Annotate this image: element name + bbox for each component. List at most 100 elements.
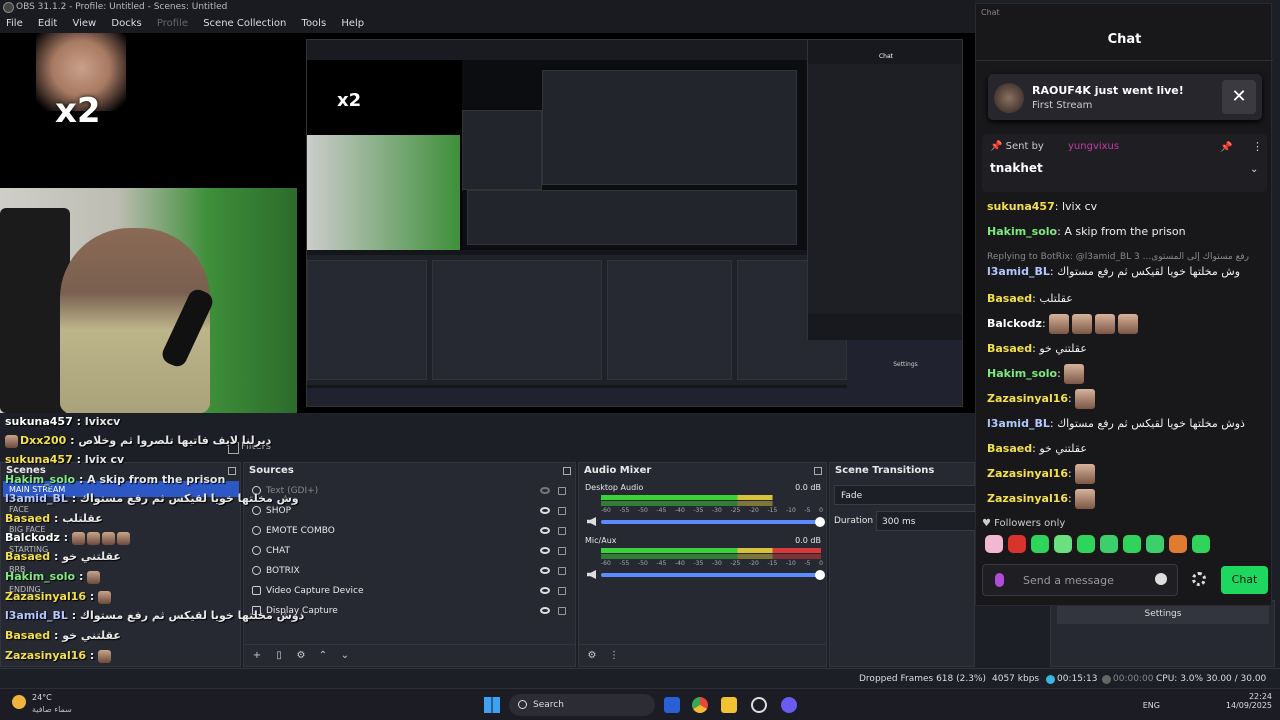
program-preview[interactable]: x2 x2 Chat Settings xyxy=(0,33,975,413)
chat-user[interactable]: Basaed xyxy=(987,342,1032,355)
clock-time[interactable]: 22:24 xyxy=(1226,692,1272,701)
volume-slider[interactable] xyxy=(601,517,825,527)
chat-user[interactable]: Hakim_solo xyxy=(987,225,1057,238)
lock-icon[interactable] xyxy=(558,527,566,535)
menu-view[interactable]: View xyxy=(66,15,102,33)
taskbar-search[interactable]: Search xyxy=(509,694,655,716)
language-indicator[interactable]: ENG xyxy=(1143,701,1160,710)
lock-icon[interactable] xyxy=(558,607,566,615)
emote-icon[interactable] xyxy=(1008,535,1026,553)
lock-icon[interactable] xyxy=(558,587,566,595)
gear-icon[interactable]: ⚙ xyxy=(292,645,310,667)
undock-icon[interactable] xyxy=(563,467,571,475)
chat-user[interactable]: Basaed xyxy=(987,442,1032,455)
file-explorer-icon[interactable] xyxy=(721,697,737,713)
menu-edit[interactable]: Edit xyxy=(32,15,63,33)
move-up-icon[interactable]: ⌃ xyxy=(314,645,332,667)
close-icon[interactable]: ✕ xyxy=(1222,80,1256,114)
volume-slider[interactable] xyxy=(601,570,825,580)
emoji-icon[interactable] xyxy=(1155,573,1167,585)
emote-icon[interactable] xyxy=(1169,535,1187,553)
source-item[interactable]: BOTRIX xyxy=(250,562,570,580)
eye-icon[interactable] xyxy=(540,507,550,514)
eye-icon[interactable] xyxy=(540,587,550,594)
chrome-icon[interactable] xyxy=(692,697,708,713)
emote-icon[interactable] xyxy=(1100,535,1118,553)
more-options-icon[interactable]: ⋮ xyxy=(1252,140,1263,153)
chat-user[interactable]: Zazasinyal16 xyxy=(987,392,1068,405)
chevron-down-icon[interactable]: ⌄ xyxy=(1250,164,1258,175)
followers-only-label: ♥ Followers only xyxy=(982,518,1066,529)
emote-icon[interactable] xyxy=(1192,535,1210,553)
speaker-icon[interactable] xyxy=(587,517,596,526)
emote-icon xyxy=(1072,314,1093,334)
lock-icon[interactable] xyxy=(558,507,566,515)
chat-user[interactable]: l3amid_BL xyxy=(987,417,1050,430)
emote-icon[interactable] xyxy=(1054,535,1072,553)
add-icon[interactable]: + xyxy=(248,645,266,667)
emote-icon xyxy=(87,531,101,545)
chat-input-placeholder: Send a message xyxy=(1023,574,1114,587)
browser-source-icon xyxy=(252,566,261,575)
move-down-icon[interactable]: ⌄ xyxy=(336,645,354,667)
gear-icon[interactable]: ⚙ xyxy=(583,645,601,667)
eye-icon[interactable] xyxy=(540,547,550,554)
menu-help[interactable]: Help xyxy=(335,15,370,33)
menu-file[interactable]: File xyxy=(0,15,29,33)
discord-icon[interactable] xyxy=(781,697,797,713)
menu-dots-icon[interactable]: ⋮ xyxy=(605,645,623,667)
live-notification[interactable]: RAOUF4K just went live! First Stream ✕ xyxy=(988,74,1262,120)
speaker-icon[interactable] xyxy=(587,570,596,579)
pinned-message[interactable]: 📌 Sent by yungvixus 📌 ⋮ tnakhet ⌄ xyxy=(982,134,1267,192)
menu-scene-collection[interactable]: Scene Collection xyxy=(197,15,292,33)
unpin-icon[interactable]: 📌 xyxy=(1220,142,1232,153)
transition-select[interactable]: Fade xyxy=(834,485,976,505)
trash-icon[interactable]: ▯ xyxy=(270,645,288,667)
send-chat-button[interactable]: Chat xyxy=(1221,566,1268,594)
eye-icon[interactable] xyxy=(540,567,550,574)
mixer-title: Audio Mixer xyxy=(584,465,652,476)
eye-hidden-icon[interactable] xyxy=(540,487,550,494)
clock-date[interactable]: 14/09/2025 xyxy=(1226,701,1272,710)
chat-user[interactable]: Zazasinyal16 xyxy=(987,492,1068,505)
emote-icon xyxy=(1075,389,1096,409)
source-item[interactable]: Video Capture Device xyxy=(250,582,570,600)
emote-icon[interactable] xyxy=(1031,535,1049,553)
lock-icon[interactable] xyxy=(558,547,566,555)
streaming-icon xyxy=(1046,675,1055,684)
reply-context[interactable]: Replying to BotRix: @l3amid_BL 3 ...رفع … xyxy=(987,252,1249,262)
chat-settings-gear-icon[interactable] xyxy=(1192,572,1206,586)
menu-tools[interactable]: Tools xyxy=(296,15,333,33)
chat-input[interactable]: Send a message xyxy=(982,564,1178,596)
emote-icon[interactable] xyxy=(1123,535,1141,553)
menu-profile[interactable]: Profile xyxy=(151,15,194,33)
obs-icon[interactable] xyxy=(751,697,767,713)
eye-icon[interactable] xyxy=(540,607,550,614)
chat-user[interactable]: sukuna457 xyxy=(987,200,1055,213)
chat-user[interactable]: l3amid_BL xyxy=(987,265,1050,278)
settings-button[interactable]: Settings xyxy=(1057,604,1269,624)
emote-icon[interactable] xyxy=(1146,535,1164,553)
status-bar: Dropped Frames 618 (2.3%) 4057 kbps 00:1… xyxy=(0,668,1280,704)
task-view-icon[interactable] xyxy=(664,697,680,713)
chat-user[interactable]: Zazasinyal16 xyxy=(987,467,1068,480)
eye-icon[interactable] xyxy=(540,527,550,534)
emote-icon[interactable] xyxy=(985,535,1003,553)
windows-start-icon[interactable] xyxy=(484,697,500,713)
pinned-user[interactable]: yungvixus xyxy=(1068,141,1119,152)
emote-icon[interactable] xyxy=(1077,535,1095,553)
microphone-icon[interactable] xyxy=(995,573,1004,587)
lock-icon[interactable] xyxy=(558,567,566,575)
chat-user[interactable]: Balckodz xyxy=(987,317,1042,330)
menu-docks[interactable]: Docks xyxy=(105,15,147,33)
duration-input[interactable]: 300 ms xyxy=(876,511,976,531)
chat-user[interactable]: Hakim_solo xyxy=(987,367,1057,380)
source-item[interactable]: CHAT xyxy=(250,542,570,560)
channel-db: 0.0 dB xyxy=(795,536,821,545)
nested-dock xyxy=(607,260,732,380)
chat-user[interactable]: Basaed xyxy=(987,292,1032,305)
lock-icon[interactable] xyxy=(558,487,566,495)
undock-icon[interactable] xyxy=(814,467,822,475)
divider xyxy=(976,60,1273,61)
source-item[interactable]: EMOTE COMBO xyxy=(250,522,570,540)
